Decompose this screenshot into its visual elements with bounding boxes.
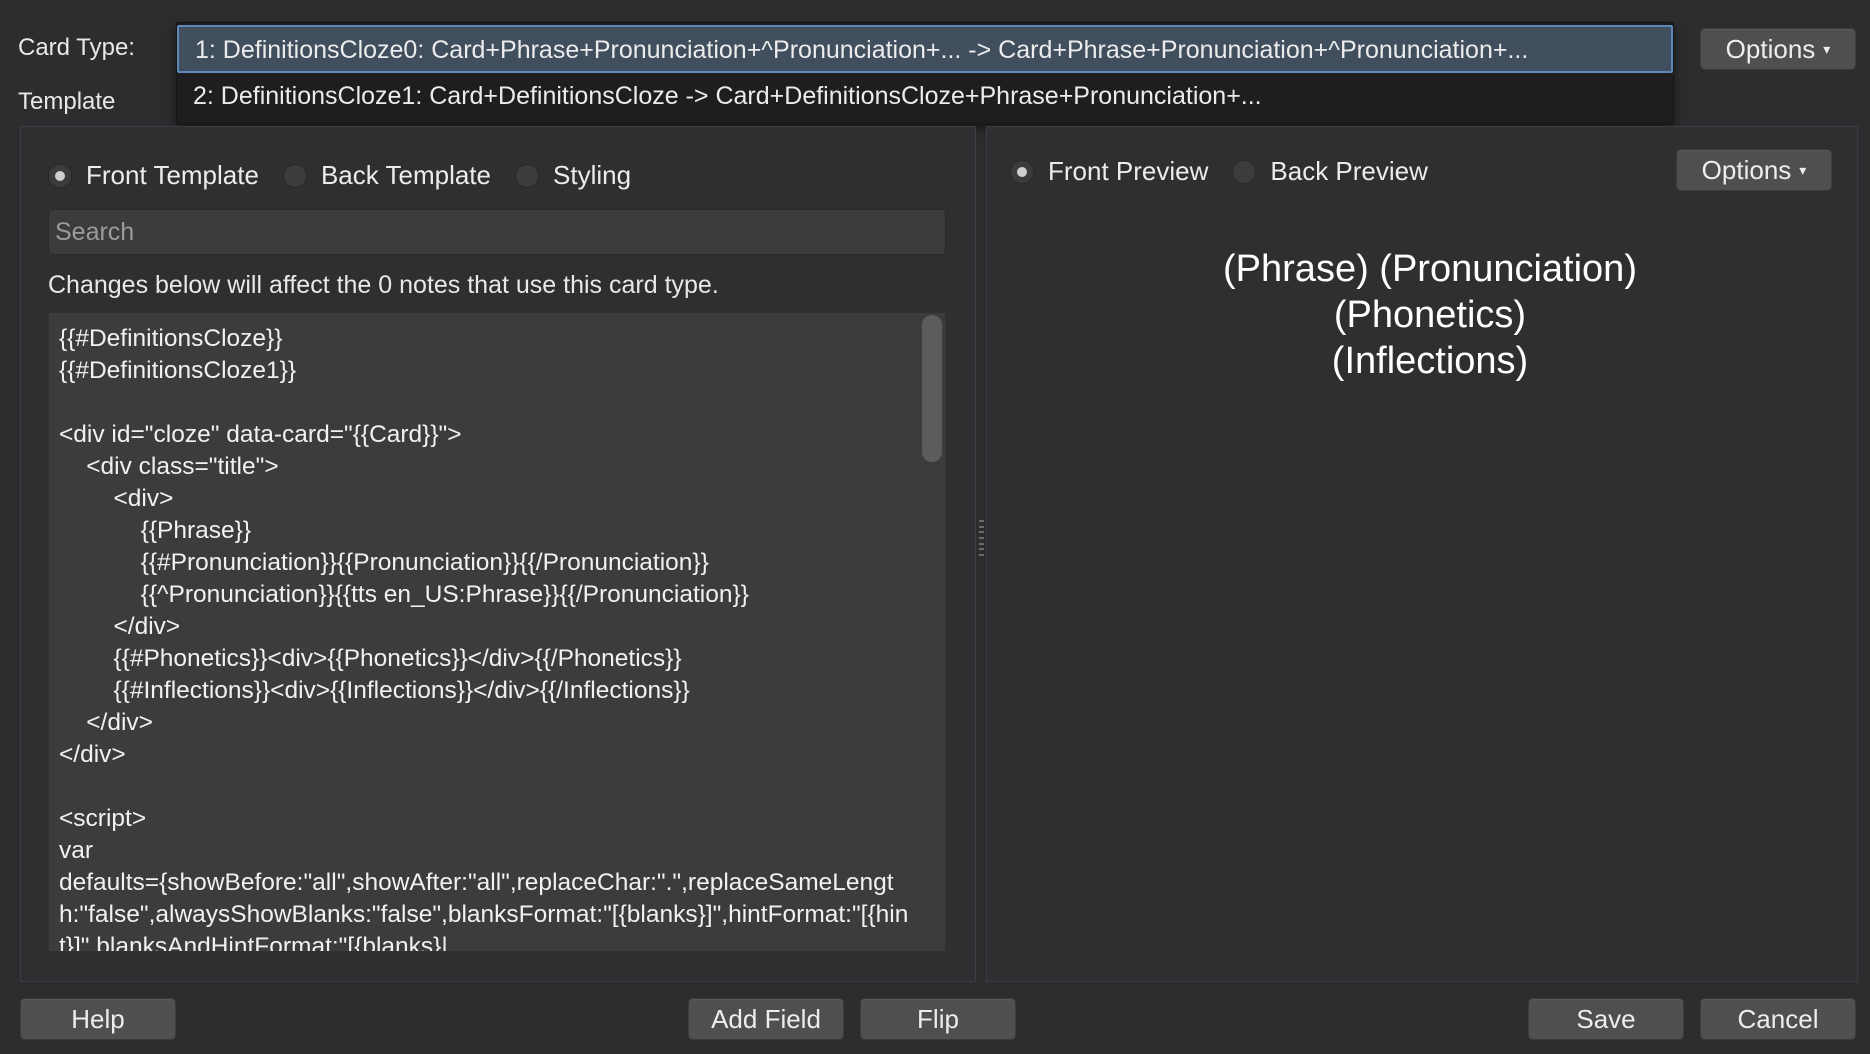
- caret-down-icon: ▾: [1823, 40, 1831, 57]
- search-input[interactable]: [48, 209, 946, 255]
- preview-options-button[interactable]: Options ▾: [1676, 149, 1832, 191]
- styling-label[interactable]: Styling: [553, 160, 631, 191]
- editor-scrollbar[interactable]: [919, 313, 945, 951]
- preview-line-phrase: (Phrase) (Pronunciation): [1223, 248, 1637, 290]
- template-code-editor[interactable]: {{#DefinitionsCloze}} {{#DefinitionsCloz…: [48, 312, 946, 952]
- drag-handle-icon[interactable]: [978, 520, 984, 556]
- cancel-button[interactable]: Cancel: [1700, 998, 1856, 1040]
- template-code[interactable]: {{#DefinitionsCloze}} {{#DefinitionsCloz…: [59, 323, 919, 951]
- preview-line-phonetics: (Phonetics): [1333, 294, 1527, 336]
- front-preview-radio[interactable]: [1010, 159, 1034, 184]
- card-type-option-1[interactable]: 1: DefinitionsCloze0: Card+Phrase+Pronun…: [177, 25, 1673, 73]
- add-field-button[interactable]: Add Field: [688, 998, 844, 1040]
- top-options-label: Options: [1725, 33, 1816, 64]
- card-type-dropdown-list[interactable]: 1: DefinitionsCloze0: Card+Phrase+Pronun…: [176, 22, 1674, 124]
- back-preview-label[interactable]: Back Preview: [1270, 156, 1428, 187]
- preview-tab-group: Front Preview Back Preview: [1010, 156, 1452, 187]
- affected-notes-info: Changes below will affect the 0 notes th…: [48, 271, 719, 299]
- front-template-radio[interactable]: [48, 163, 72, 188]
- template-label: Template: [18, 88, 116, 115]
- editor-scrollbar-thumb[interactable]: [922, 315, 942, 462]
- template-tab-group: Front Template Back Template Styling: [48, 160, 655, 191]
- front-template-label[interactable]: Front Template: [86, 160, 259, 191]
- flip-button[interactable]: Flip: [860, 998, 1016, 1040]
- front-preview-label[interactable]: Front Preview: [1048, 156, 1208, 187]
- back-preview-radio[interactable]: [1232, 159, 1257, 184]
- preview-options-label: Options: [1701, 154, 1792, 185]
- styling-radio[interactable]: [515, 163, 539, 188]
- help-button[interactable]: Help: [20, 998, 176, 1040]
- save-button[interactable]: Save: [1528, 998, 1684, 1040]
- card-preview: (Phrase) (Pronunciation) (Phonetics) (In…: [990, 246, 1870, 384]
- back-template-label[interactable]: Back Template: [321, 160, 491, 191]
- back-template-radio[interactable]: [282, 163, 307, 188]
- caret-down-icon: ▾: [1799, 161, 1807, 178]
- card-type-label: Card Type:: [18, 34, 135, 61]
- top-options-button[interactable]: Options ▾: [1700, 28, 1856, 70]
- preview-line-inflections: (Inflections): [1331, 340, 1529, 382]
- card-type-option-2[interactable]: 2: DefinitionsCloze1: Card+DefinitionsCl…: [177, 73, 1673, 121]
